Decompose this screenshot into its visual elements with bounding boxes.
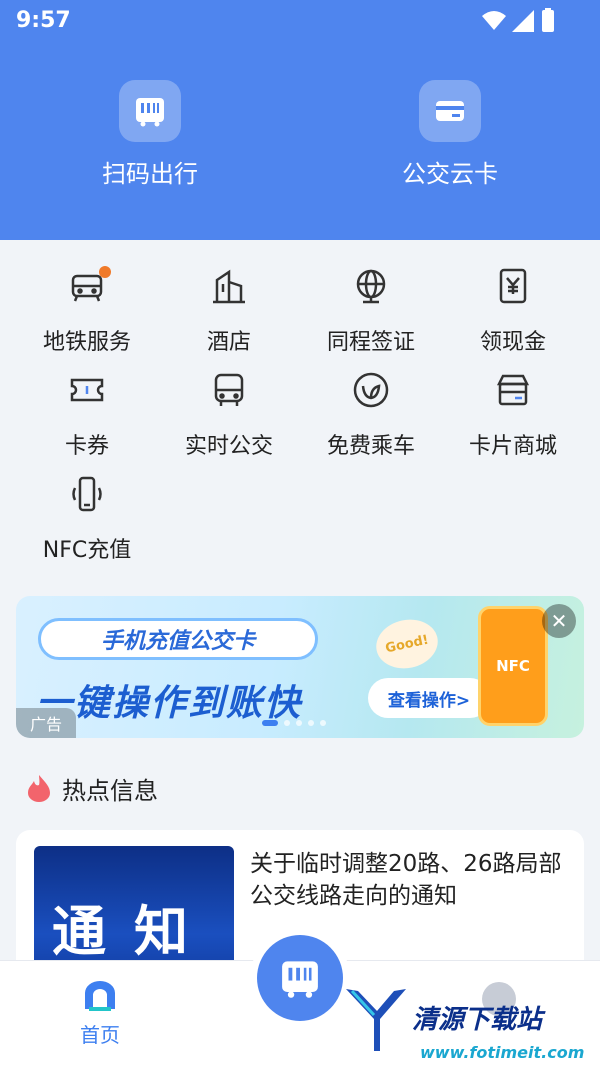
scan-ride-button[interactable]: 扫码出行 (60, 80, 240, 190)
promo-banner[interactable]: 手机充值公交卡 一键操作到账快 Good! 查看操作> NFC 广告 ✕ (16, 596, 584, 738)
service-label: 地铁服务 (42, 330, 131, 355)
flame-icon (28, 775, 50, 802)
watermark: 清源下载站 www.fotimeit.com (344, 985, 584, 1065)
service-label: 卡片商城 (468, 434, 557, 459)
close-icon[interactable]: ✕ (542, 604, 576, 638)
service-label: 领现金 (479, 330, 546, 355)
metro-icon (63, 262, 111, 310)
ticket-icon (63, 366, 111, 414)
service-nfc-topup[interactable]: NFC充值 (16, 470, 158, 570)
service-label: 卡券 (64, 434, 109, 459)
nfc-phone-icon (63, 470, 111, 518)
cloud-card-label: 公交云卡 (402, 160, 498, 188)
service-coupon[interactable]: 卡券 (16, 366, 158, 466)
banner-cta-button[interactable]: 查看操作> (368, 678, 490, 718)
service-label: 实时公交 (184, 434, 273, 459)
service-card-store[interactable]: 卡片商城 (442, 366, 584, 466)
banner-pill: 手机充值公交卡 (38, 618, 318, 660)
hotel-icon (205, 262, 253, 310)
status-icons (482, 8, 554, 32)
service-metro[interactable]: 地铁服务 (16, 262, 158, 362)
wifi-icon (482, 11, 506, 30)
bus-icon (205, 366, 253, 414)
cloud-card-button[interactable]: 公交云卡 (360, 80, 540, 190)
service-label: 免费乘车 (326, 434, 415, 459)
watermark-name: 清源下载站 (412, 1005, 543, 1035)
service-free-ride[interactable]: 免费乘车 (300, 366, 442, 466)
tab-home[interactable]: 首页 (70, 979, 130, 1048)
card-icon (419, 80, 481, 142)
tab-home-label: 首页 (80, 1023, 120, 1047)
service-label: 同程签证 (326, 330, 415, 355)
notification-dot (99, 266, 111, 278)
banner-phone: NFC (478, 606, 548, 726)
service-label: 酒店 (206, 330, 251, 355)
service-cash[interactable]: 领现金 (442, 262, 584, 362)
section-title: 热点信息 (62, 776, 158, 805)
store-icon (489, 366, 537, 414)
banner-bubble: Good! (371, 614, 443, 674)
status-bar: 9:57 (0, 0, 600, 44)
signal-icon (512, 10, 534, 32)
yuan-icon (489, 262, 537, 310)
ad-tag: 广告 (16, 708, 76, 738)
news-title: 关于临时调整20路、26路局部公交线路走向的通知 (250, 851, 562, 909)
bus-qr-icon (282, 961, 318, 998)
status-time: 9:57 (16, 8, 71, 33)
service-realtime-bus[interactable]: 实时公交 (158, 366, 300, 466)
scan-ride-label: 扫码出行 (102, 160, 198, 188)
carousel-indicator (262, 720, 326, 728)
service-label: NFC充值 (42, 538, 132, 563)
header-panel: 9:57 扫码出行 公交云卡 (0, 0, 600, 240)
hot-info-header: 热点信息 (26, 770, 158, 806)
service-hotel[interactable]: 酒店 (158, 262, 300, 362)
scan-ride-fab[interactable] (257, 935, 343, 1021)
leaf-icon (347, 366, 395, 414)
watermark-url: www.fotimeit.com (420, 1043, 585, 1062)
watermark-logo (346, 989, 406, 1051)
service-visa[interactable]: 同程签证 (300, 262, 442, 362)
battery-icon (542, 10, 554, 32)
bus-qr-icon (119, 80, 181, 142)
home-icon (85, 981, 115, 1011)
globe-icon (347, 262, 395, 310)
